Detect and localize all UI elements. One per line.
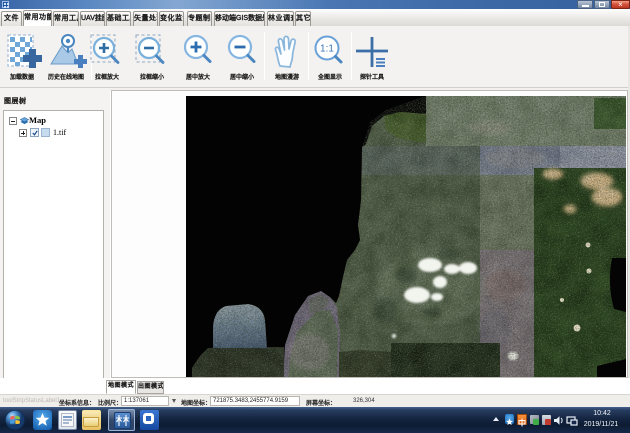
svg-text:1:1: 1:1: [320, 44, 334, 55]
